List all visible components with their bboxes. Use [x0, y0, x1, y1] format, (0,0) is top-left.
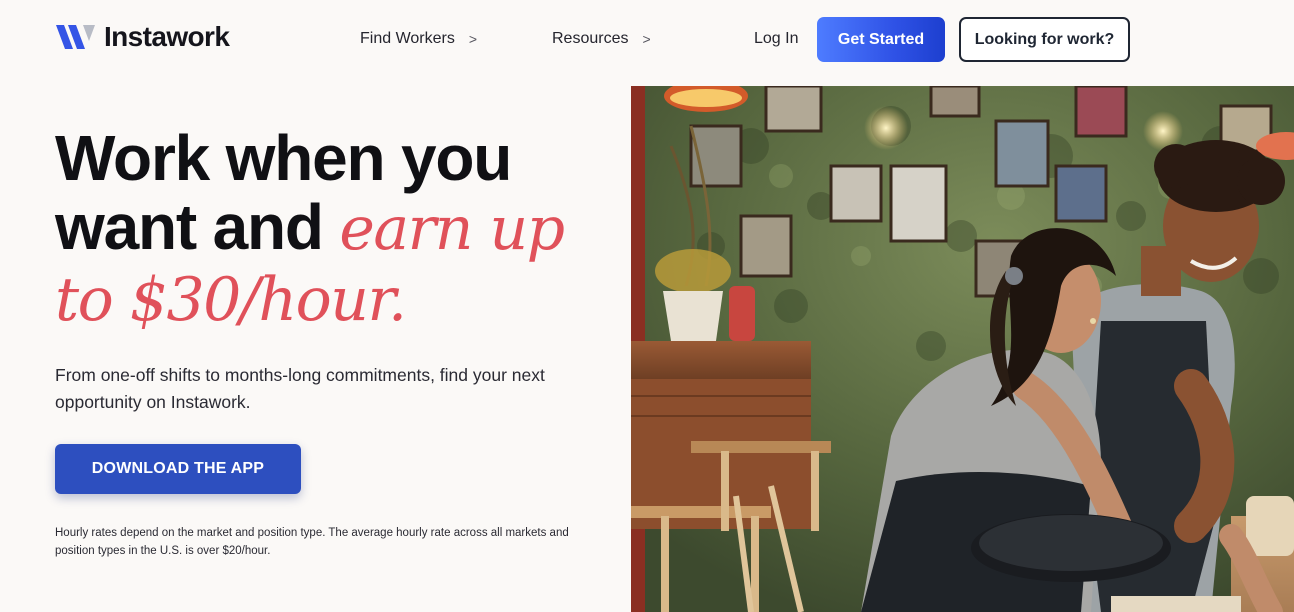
chevron-right-icon: > — [468, 31, 478, 47]
restaurant-workers-image — [631, 86, 1294, 612]
headline-line-1: Work when you — [55, 122, 512, 194]
get-started-button[interactable]: Get Started — [817, 17, 945, 62]
site-header: Instawork Find Workers > Resources > Log… — [0, 0, 1294, 80]
download-app-button[interactable]: DOWNLOAD THE APP — [55, 444, 301, 494]
headline-accent-2: to $30/hour. — [55, 265, 407, 335]
nav-find-workers[interactable]: Find Workers > — [360, 30, 477, 48]
instawork-logo[interactable]: Instawork — [54, 21, 230, 52]
brand-name: Instawork — [104, 21, 230, 52]
headline-line-2: want and — [55, 191, 324, 263]
login-link[interactable]: Log In — [754, 30, 798, 48]
nav-find-workers-label: Find Workers — [360, 30, 455, 47]
instawork-logo-icon — [56, 25, 95, 49]
page: Instawork Find Workers > Resources > Log… — [0, 0, 1294, 612]
rate-disclaimer: Hourly rates depend on the market and po… — [55, 527, 569, 557]
nav-resources[interactable]: Resources > — [552, 30, 651, 48]
headline-accent-1: earn up — [339, 194, 565, 264]
nav-resources-label: Resources — [552, 30, 629, 47]
hero-subtext: From one-off shifts to months-long commi… — [55, 365, 545, 412]
hero-photo — [631, 86, 1294, 612]
chevron-right-icon: > — [642, 31, 651, 47]
looking-for-work-button[interactable]: Looking for work? — [959, 17, 1130, 62]
hero-headline: Work when you want and earn up to $30/ho… — [55, 124, 625, 335]
